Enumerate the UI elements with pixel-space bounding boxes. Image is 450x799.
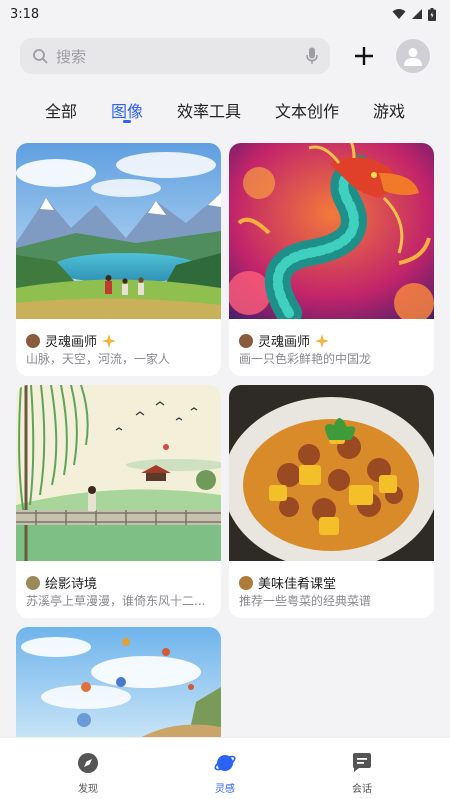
wifi-icon <box>392 9 406 19</box>
card-author: 绘影诗境 <box>26 573 97 592</box>
nav-item-discover[interactable]: 发现 <box>58 752 118 795</box>
battery-icon <box>428 7 436 21</box>
compass-icon <box>78 753 98 773</box>
tab-all[interactable]: 全部 <box>45 98 77 122</box>
tab-text-creation[interactable]: 文本创作 <box>275 98 339 122</box>
card-image-balloons <box>16 627 221 747</box>
chat-icon <box>353 753 371 772</box>
card-image-dragon <box>229 143 434 319</box>
status-bar: 3:18 <box>0 0 450 28</box>
bottom-navigation: 发现 灵感 会话 <box>0 737 450 799</box>
inspiration-card[interactable]: 灵魂画师 山脉，天空，河流，一家人 <box>16 143 221 376</box>
active-tab-indicator <box>123 120 131 123</box>
plus-icon <box>355 47 373 65</box>
planet-icon <box>214 755 236 771</box>
avatar[interactable] <box>396 39 430 73</box>
card-description: 苏溪亭上草漫漫，谁倚东风十二... <box>26 594 206 608</box>
tab-images[interactable]: 图像 <box>111 98 143 122</box>
inspiration-card[interactable] <box>16 627 221 747</box>
nav-label: 发现 <box>78 784 98 795</box>
author-avatar <box>26 575 40 590</box>
author-name: 灵魂画师 <box>258 335 311 350</box>
user-icon <box>404 48 422 66</box>
card-author: 美味佳肴课堂 <box>239 573 336 592</box>
tab-games[interactable]: 游戏 <box>373 98 405 122</box>
card-description: 画一只色彩鲜艳的中国龙 <box>239 352 372 366</box>
sparkle-badge-icon <box>102 333 117 348</box>
nav-label: 会话 <box>352 784 372 795</box>
author-avatar <box>239 333 253 348</box>
nav-item-inspiration[interactable]: 灵感 <box>195 752 255 795</box>
card-author: 灵魂画师 <box>26 331 117 350</box>
inspiration-card[interactable]: 美味佳肴课堂 推荐一些粤菜的经典菜谱 <box>229 385 434 618</box>
card-description: 推荐一些粤菜的经典菜谱 <box>239 594 372 608</box>
card-image-dish <box>229 385 434 561</box>
search-icon <box>33 49 48 64</box>
author-avatar <box>239 575 253 590</box>
author-avatar <box>26 333 40 348</box>
card-image-mountains <box>16 143 221 319</box>
card-author: 灵魂画师 <box>239 331 330 350</box>
search-input[interactable]: 搜索 <box>20 38 330 74</box>
author-name: 美味佳肴课堂 <box>258 577 337 592</box>
inspiration-card[interactable]: 绘影诗境 苏溪亭上草漫漫，谁倚东风十二... <box>16 385 221 618</box>
nav-label: 灵感 <box>215 784 235 795</box>
inspiration-card[interactable]: 灵魂画师 画一只色彩鲜艳的中国龙 <box>229 143 434 376</box>
author-name: 绘影诗境 <box>45 577 98 592</box>
microphone-icon[interactable] <box>306 47 318 65</box>
category-tabs: 全部 图像 效率工具 文本创作 游戏 <box>0 94 450 128</box>
card-description: 山脉，天空，河流，一家人 <box>26 352 171 366</box>
tab-productivity-tools[interactable]: 效率工具 <box>177 98 241 122</box>
nav-item-chat[interactable]: 会话 <box>332 752 392 795</box>
sparkle-badge-icon <box>315 333 330 348</box>
add-button[interactable] <box>348 40 380 72</box>
search-placeholder: 搜索 <box>56 47 87 66</box>
status-time: 3:18 <box>10 6 40 22</box>
signal-icon <box>412 9 422 19</box>
author-name: 灵魂画师 <box>45 335 98 350</box>
status-icons <box>392 7 436 21</box>
card-image-willow-landscape <box>16 385 221 561</box>
